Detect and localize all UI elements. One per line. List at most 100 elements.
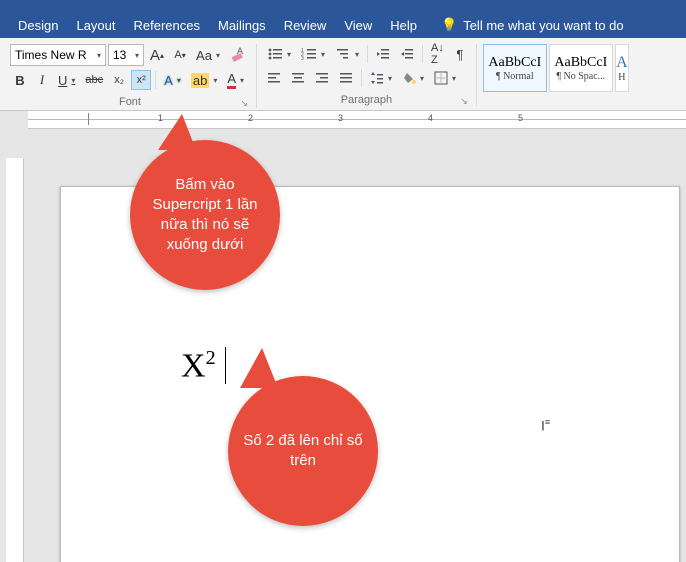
sort-button[interactable]: A↓Z [427,44,448,64]
group-label-font[interactable]: Font [10,96,250,108]
underline-button[interactable]: U▾ [54,70,79,90]
style-no-spacing[interactable]: AaBbCcI ¶ No Spac... [549,44,613,92]
tab-help[interactable]: Help [390,18,417,33]
align-center-icon [291,71,305,85]
show-marks-button[interactable]: ¶ [450,44,470,64]
ruler-mark: 2 [248,113,253,123]
style-normal[interactable]: AaBbCcI ¶ Normal [483,44,547,92]
horizontal-ruler[interactable]: 1 2 3 4 5 [28,111,686,129]
outdent-icon [376,47,390,61]
line-spacing-icon [370,71,384,85]
grow-font-icon: A [150,47,160,64]
chevron-down-icon: ▾ [384,74,392,83]
font-size-combo[interactable]: 13 ▾ [108,44,144,66]
align-left-button[interactable] [263,68,285,88]
font-size-value: 13 [113,48,126,62]
paint-bucket-icon [402,71,416,85]
style-name: ¶ Normal [496,71,534,82]
style-sample: AaBbCcI [488,55,541,71]
callout-tail-icon [240,348,278,388]
annotation-callout-1: Bấm vào Supercript 1 lần nữa thì nó sẽ x… [130,140,280,290]
shading-button[interactable]: ▾ [398,68,428,88]
clear-formatting-button[interactable]: A [226,45,250,65]
increase-indent-button[interactable] [396,44,418,64]
text-cursor [217,347,227,384]
multilevel-icon [335,47,351,61]
text-superscript: 2 [206,347,216,369]
text-base: X [181,347,206,384]
text-effects-icon: A [164,73,173,88]
change-case-icon: Aa [196,48,212,63]
highlight-button[interactable]: ab▾ [187,70,221,90]
line-spacing-button[interactable]: ▾ [366,68,396,88]
chevron-down-icon: ▾ [173,76,181,85]
callout-text: Số 2 đã lên chỉ số trên [242,431,364,472]
chevron-down-icon: ▾ [351,50,359,59]
italic-button[interactable]: I [32,70,52,90]
document-text[interactable]: X2 [181,347,226,385]
justify-button[interactable] [335,68,357,88]
bullets-icon [267,47,283,61]
borders-icon [434,71,448,85]
change-case-button[interactable]: Aa▾ [192,45,224,65]
font-name-value: Times New R [15,48,87,62]
ruler-mark: 3 [338,113,343,123]
group-styles: AaBbCcI ¶ Normal AaBbCcI ¶ No Spac... A … [483,44,635,92]
chevron-down-icon: ▾ [283,50,291,59]
font-name-combo[interactable]: Times New R ▾ [10,44,106,66]
chevron-down-icon: ▾ [212,51,220,60]
numbering-button[interactable]: 123▾ [297,44,329,64]
style-heading[interactable]: A H [615,44,629,92]
tab-layout[interactable]: Layout [76,18,115,33]
chevron-down-icon: ▾ [236,76,244,85]
separator [422,45,423,63]
svg-text:3: 3 [301,56,304,61]
chevron-down-icon: ▾ [448,74,456,83]
multilevel-list-button[interactable]: ▾ [331,44,363,64]
borders-button[interactable]: ▾ [430,68,460,88]
text-effects-button[interactable]: A▾ [160,70,185,90]
ruler-mark: 5 [518,113,523,123]
bold-button[interactable]: B [10,70,30,90]
window-titlebar [0,0,686,12]
underline-icon: U [58,73,67,88]
tab-references[interactable]: References [134,18,200,33]
mouse-text-cursor-icon: I≡ [541,417,550,434]
style-name: ¶ No Spac... [556,71,605,82]
tab-view[interactable]: View [344,18,372,33]
tab-mailings[interactable]: Mailings [218,18,266,33]
align-right-icon [315,71,329,85]
indent-icon [400,47,414,61]
subscript-button[interactable]: x₂ [109,70,129,90]
highlight-icon: ab [191,73,209,88]
chevron-down-icon: ▾ [67,76,75,85]
grow-font-button[interactable]: A▴ [146,45,168,65]
shrink-font-button[interactable]: A▾ [170,45,190,65]
font-color-button[interactable]: A▾ [223,70,248,90]
group-label-paragraph[interactable]: Paragraph [263,94,470,106]
align-center-button[interactable] [287,68,309,88]
numbering-icon: 123 [301,47,317,61]
justify-icon [339,71,353,85]
ribbon-tabs: Design Layout References Mailings Review… [0,12,686,38]
tab-design[interactable]: Design [18,18,58,33]
font-color-icon: A [227,71,236,89]
bullets-button[interactable]: ▾ [263,44,295,64]
superscript-button[interactable]: x² [131,70,151,90]
chevron-down-icon: ▾ [317,50,325,59]
align-left-icon [267,71,281,85]
shrink-font-icon: A [174,49,181,61]
chevron-down-icon: ▾ [131,51,139,60]
align-right-button[interactable] [311,68,333,88]
decrease-indent-button[interactable] [372,44,394,64]
callout-text: Bấm vào Supercript 1 lần nữa thì nó sẽ x… [140,175,270,256]
style-sample: AaBbCcI [554,55,607,71]
vertical-ruler[interactable] [6,158,24,562]
strikethrough-button[interactable]: abc [81,70,107,90]
tell-me-search[interactable]: 💡 Tell me what you want to do [441,17,624,33]
lightbulb-icon: 💡 [441,17,457,33]
callout-tail-icon [158,114,196,150]
chevron-down-icon: ▾ [93,51,101,60]
tab-review[interactable]: Review [284,18,327,33]
separator [361,69,362,87]
